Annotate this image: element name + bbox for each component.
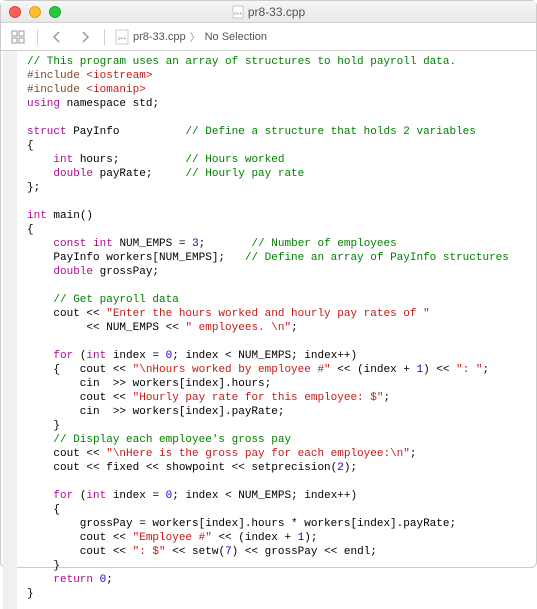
svg-text:c++: c++ [118,36,126,42]
code-line: cout << "Employee #" << (index + 1); [27,532,317,544]
code-line: PayInfo workers[NUM_EMPS]; // Define an … [27,252,509,264]
code-line: int main() [27,210,93,222]
window-title: c++ pr8-33.cpp [1,5,536,19]
code-line: const int NUM_EMPS = 3; // Number of emp… [27,238,397,250]
cpp-file-icon: c++ [115,29,129,45]
code-line: { [27,224,34,236]
code-line: cout << "\nHere is the gross pay for eac… [27,448,416,460]
code-line: #include <iostream> [27,70,152,82]
breadcrumb-file: pr8-33.cpp [133,31,186,43]
code-line: // Display each employee's gross pay [27,434,291,446]
window-title-text: pr8-33.cpp [248,5,305,19]
code-line: // This program uses an array of structu… [27,56,456,68]
back-icon[interactable] [48,28,66,46]
code-line: grossPay = workers[index].hours * worker… [27,518,456,530]
code-line: } [27,588,34,600]
toolbar: c++ pr8-33.cpp 〉 No Selection [1,23,536,51]
code-line: double payRate; // Hourly pay rate [27,168,304,180]
related-items-icon[interactable] [9,28,27,46]
breadcrumb[interactable]: c++ pr8-33.cpp 〉 No Selection [115,29,267,45]
chevron-right-icon: 〉 [190,29,201,45]
svg-text:c++: c++ [234,11,242,17]
code-line: cin >> workers[index].hours; [27,378,271,390]
cpp-file-icon: c++ [232,5,244,19]
code-editor[interactable]: // This program uses an array of structu… [15,51,536,609]
code-line: int hours; // Hours worked [27,154,284,166]
code-line: cin >> workers[index].payRate; [27,406,284,418]
code-line: { cout << "\nHours worked by employee #"… [27,364,489,376]
breadcrumb-selection: No Selection [205,31,267,43]
code-line: #include <iomanip> [27,84,146,96]
code-line: { [27,504,60,516]
code-line: for (int index = 0; index < NUM_EMPS; in… [27,490,357,502]
code-line: }; [27,182,40,194]
code-line: cout << fixed << showpoint << setprecisi… [27,462,357,474]
code-line: struct PayInfo // Define a structure tha… [27,126,476,138]
code-line: } [27,420,60,432]
code-line: return 0; [27,574,113,586]
code-line: cout << "Hourly pay rate for this employ… [27,392,390,404]
code-line: << NUM_EMPS << " employees. \n"; [27,322,298,334]
code-line: // Get payroll data [27,294,179,306]
code-line: cout << ": $" << setw(7) << grossPay << … [27,546,377,558]
code-line: for (int index = 0; index < NUM_EMPS; in… [27,350,357,362]
toolbar-separator [37,29,38,45]
toolbar-separator [104,29,105,45]
code-line: using namespace std; [27,98,159,110]
code-line: { [27,140,34,152]
titlebar: c++ pr8-33.cpp [1,1,536,23]
forward-icon[interactable] [76,28,94,46]
code-line: } [27,560,60,572]
code-line: cout << "Enter the hours worked and hour… [27,308,430,320]
code-line: double grossPay; [27,266,159,278]
